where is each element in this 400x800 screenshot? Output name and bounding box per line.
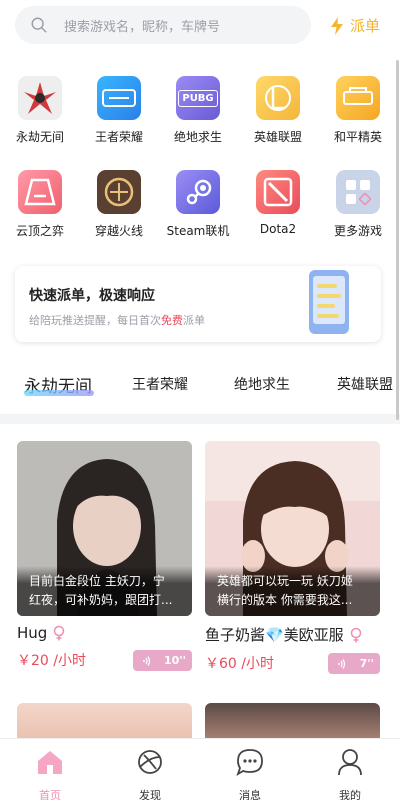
bottom-nav: 首页 发现 消息 我的 xyxy=(0,738,400,800)
player-description: 目前白金段位 主妖刀，宁 红夜，可补奶妈，跟团打... xyxy=(17,566,192,616)
game-tabs: 永劫无间 王者荣耀 绝地求生 英雄联盟 xyxy=(0,366,400,406)
female-icon xyxy=(350,627,361,642)
header: 搜索游戏名，昵称，车牌号 派单 xyxy=(0,0,400,52)
game-item-tft[interactable]: 云顶之弈 xyxy=(0,170,80,239)
nav-discover[interactable]: 发现 xyxy=(120,747,180,800)
game-item-pubg[interactable]: PUBG 绝地求生 xyxy=(158,76,238,145)
voice-duration: 7'' xyxy=(359,657,374,670)
game-item-steam[interactable]: Steam联机 xyxy=(158,170,238,239)
tab-active-indicator xyxy=(24,390,94,396)
game-label: 穿越火线 xyxy=(94,224,143,238)
game-item-honor-of-kings[interactable]: 王者荣耀 xyxy=(79,76,159,145)
female-icon xyxy=(54,625,65,641)
voice-intro-button[interactable]: 7'' xyxy=(328,653,380,674)
tab-lol[interactable]: 英雄联盟 xyxy=(337,374,393,394)
game-label: 绝地求生 xyxy=(173,130,222,144)
game-item-peacekeeper[interactable]: 和平精英 xyxy=(318,76,398,145)
game-label: Steam联机 xyxy=(166,224,230,238)
search-icon xyxy=(31,17,47,33)
dota2-icon xyxy=(256,170,300,214)
search-placeholder: 搜索游戏名，昵称，车牌号 xyxy=(64,19,221,35)
section-divider xyxy=(0,414,400,424)
honor-of-kings-icon xyxy=(97,76,141,120)
scrollbar[interactable] xyxy=(396,60,399,420)
banner-subtitle: 给陪玩推送提醒，每日首次免费派单 xyxy=(29,314,205,327)
planet-icon xyxy=(138,750,162,774)
game-label: 更多游戏 xyxy=(333,224,382,238)
nav-messages[interactable]: 消息 xyxy=(220,747,280,800)
player-card[interactable]: 英雄都可以玩一玩 妖刀姬 横行的版本 你需要我这... 鱼子奶酱💎美欧亚服 ￥6… xyxy=(205,441,380,677)
home-icon xyxy=(38,751,62,774)
dispatch-button[interactable]: 派单 xyxy=(328,15,380,36)
voice-intro-button[interactable]: 10'' xyxy=(133,650,192,671)
voice-wave-icon xyxy=(143,655,151,666)
dispatch-label: 派单 xyxy=(350,17,381,35)
lightning-icon xyxy=(331,16,343,35)
player-photo: 英雄都可以玩一玩 妖刀姬 横行的版本 你需要我这... xyxy=(205,441,380,616)
nav-profile[interactable]: 我的 xyxy=(320,747,380,800)
steam-icon xyxy=(176,170,220,214)
game-item-more[interactable]: 更多游戏 xyxy=(318,170,398,239)
game-item-lol[interactable]: 英雄联盟 xyxy=(238,76,318,145)
tab-honor-of-kings[interactable]: 王者荣耀 xyxy=(132,374,188,394)
player-name: 鱼子奶酱💎美欧亚服 xyxy=(205,624,380,645)
game-item-crossfire[interactable]: 穿越火线 xyxy=(79,170,159,239)
player-card[interactable]: 目前白金段位 主妖刀，宁 红夜，可补奶妈，跟团打... Hug ￥20 /小时 … xyxy=(17,441,192,674)
player-photo-partial[interactable] xyxy=(205,703,380,743)
tab-pubg[interactable]: 绝地求生 xyxy=(234,374,290,394)
game-label: 永劫无间 xyxy=(15,130,64,144)
search-box[interactable]: 搜索游戏名，昵称，车牌号 xyxy=(15,6,311,44)
voice-duration: 10'' xyxy=(163,654,186,667)
crossfire-icon xyxy=(97,170,141,214)
message-icon xyxy=(236,749,263,777)
player-photo: 目前白金段位 主妖刀，宁 红夜，可补奶妈，跟团打... xyxy=(17,441,192,616)
game-label: Dota2 xyxy=(259,222,297,236)
player-name: Hug xyxy=(17,624,192,642)
profile-icon xyxy=(338,749,362,776)
banner-title: 快速派单，极速响应 xyxy=(29,288,155,304)
game-label: 云顶之弈 xyxy=(15,224,64,238)
phone-illustration-icon xyxy=(309,270,349,334)
game-label: 和平精英 xyxy=(333,130,382,144)
player-photo-partial[interactable] xyxy=(17,703,192,743)
voice-wave-icon xyxy=(338,658,346,669)
dispatch-banner[interactable]: 快速派单，极速响应 给陪玩推送提醒，每日首次免费派单 xyxy=(15,266,381,342)
player-description: 英雄都可以玩一玩 妖刀姬 横行的版本 你需要我这... xyxy=(205,566,380,616)
game-label: 王者荣耀 xyxy=(94,130,143,144)
game-item-naraka[interactable]: 永劫无间 xyxy=(0,76,80,145)
lol-icon xyxy=(256,76,300,120)
game-item-dota2[interactable]: Dota2 xyxy=(238,170,318,236)
more-games-icon xyxy=(336,170,380,214)
nav-home[interactable]: 首页 xyxy=(20,747,80,800)
tft-icon xyxy=(18,170,62,214)
game-label: 英雄联盟 xyxy=(253,130,302,144)
naraka-icon xyxy=(18,76,62,120)
peacekeeper-icon xyxy=(336,76,380,120)
pubg-icon: PUBG xyxy=(176,76,220,120)
